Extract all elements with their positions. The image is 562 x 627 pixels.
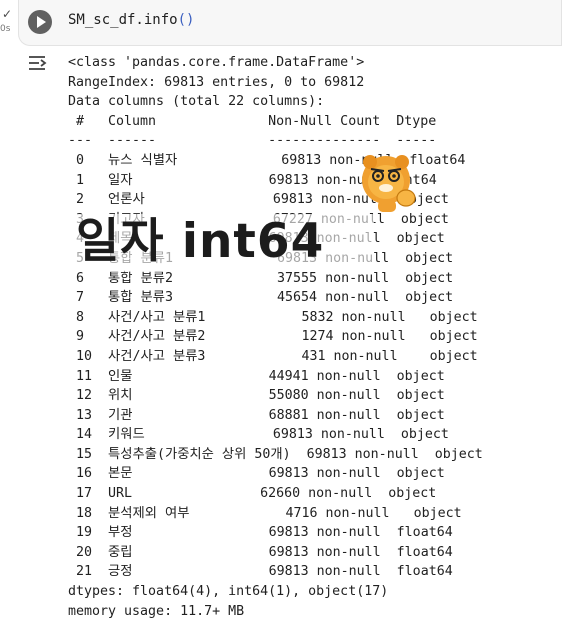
output-line: memory usage: 11.7+ MB <box>68 603 245 619</box>
output-line: 11 인물 44941 non-null object <box>68 368 453 384</box>
output-line: 7 통합 분류3 45654 non-null object <box>68 290 462 306</box>
run-cell-button[interactable] <box>28 10 52 34</box>
output-line: RangeIndex: 69813 entries, 0 to 69812 <box>68 74 365 90</box>
output-line: --- ------ -------------- ----- <box>68 133 453 149</box>
output-line: 2 언론사 69813 non-null object <box>68 192 457 208</box>
output-line: 1 일자 69813 non-null int64 <box>68 172 453 188</box>
code-parens: () <box>177 12 195 28</box>
output-line: 15 특성추출(가중치순 상위 50개) 69813 non-null obje… <box>68 446 491 462</box>
output-line: 12 위치 55080 non-null object <box>68 388 453 404</box>
play-icon <box>37 16 46 28</box>
output-line: # Column Non-Null Count Dtype <box>68 113 453 129</box>
output-line: 19 부정 69813 non-null float64 <box>68 525 453 541</box>
output-menu-icon[interactable] <box>26 52 52 74</box>
code-line[interactable]: SM_sc_df.info() <box>68 12 194 28</box>
overlay-caption: 일자 int64 <box>76 214 325 269</box>
output-line: 13 기관 68881 non-null object <box>68 407 453 423</box>
output-line: 14 키워드 69813 non-null object <box>68 427 457 443</box>
output-line: 0 뉴스 식별자 69813 non-null float64 <box>68 152 466 168</box>
execution-time: 0s <box>0 24 11 34</box>
notebook-cell: ✓ 0s SM_sc_df.info() <class 'pandas.core… <box>0 0 562 627</box>
output-line: 8 사건/사고 분류1 5832 non-null object <box>68 309 486 325</box>
output-line: 10 사건/사고 분류3 431 non-null object <box>68 348 486 364</box>
output-line: <class 'pandas.core.frame.DataFrame'> <box>68 55 365 70</box>
output-line: 17 URL 62660 non-null object <box>68 486 445 502</box>
output-line: Data columns (total 22 columns): <box>68 94 325 110</box>
output-line: 18 분석제외 여부 4716 non-null object <box>68 505 470 521</box>
cell-output: <class 'pandas.core.frame.DataFrame'> Ran… <box>68 53 491 621</box>
check-icon: ✓ <box>2 7 13 21</box>
output-line: 21 긍정 69813 non-null float64 <box>68 564 453 580</box>
output-line: 20 중립 69813 non-null float64 <box>68 544 453 560</box>
output-line: 16 본문 69813 non-null object <box>68 466 453 482</box>
thinking-lion-sticker-icon <box>362 155 416 212</box>
output-line: 9 사건/사고 분류2 1274 non-null object <box>68 329 486 345</box>
output-line: dtypes: float64(4), int64(1), object(17) <box>68 584 389 600</box>
code-text: SM_sc_df.info <box>68 12 178 28</box>
